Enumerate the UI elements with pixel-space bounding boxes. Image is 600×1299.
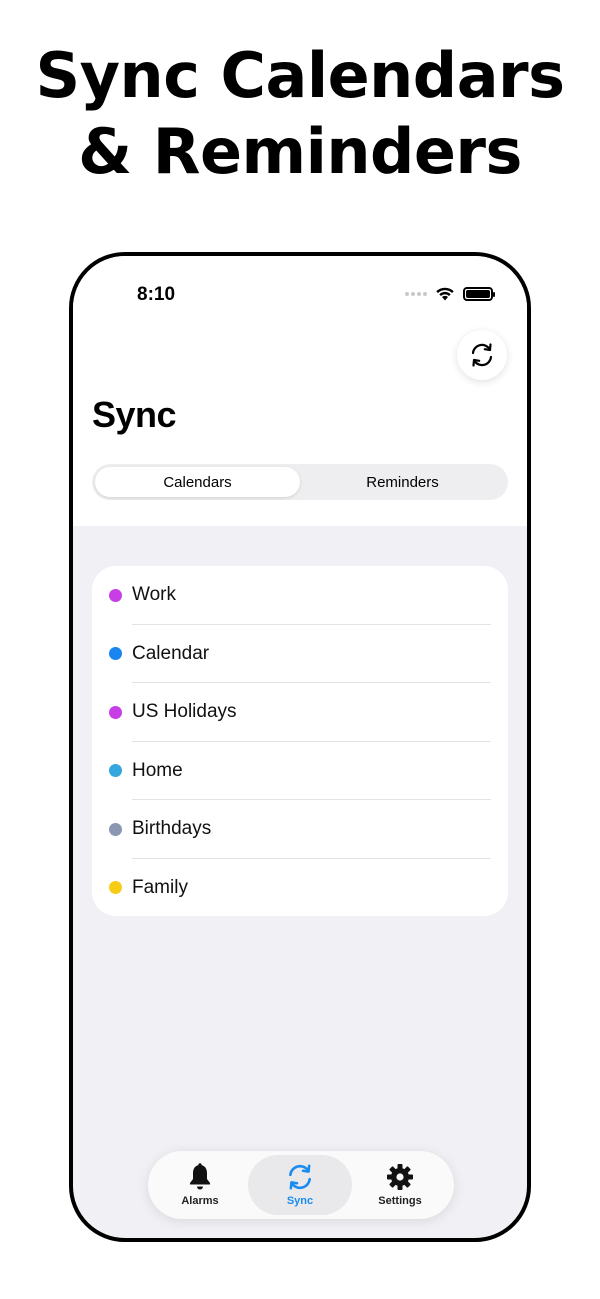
list-item[interactable]: Home bbox=[92, 742, 508, 800]
bell-icon bbox=[190, 1163, 210, 1190]
promo-headline: Sync Calendars & Reminders bbox=[0, 38, 600, 190]
battery-icon bbox=[463, 286, 495, 301]
calendar-color-dot bbox=[109, 647, 122, 661]
calendar-list: Work Calendar US Holidays Home Birthdays… bbox=[92, 566, 508, 916]
calendar-name: Family bbox=[132, 876, 188, 898]
calendar-color-dot bbox=[109, 764, 122, 778]
list-item[interactable]: US Holidays bbox=[92, 683, 508, 742]
tab-settings[interactable]: Settings bbox=[352, 1155, 448, 1215]
segment-reminders[interactable]: Reminders bbox=[300, 467, 505, 497]
tab-sync[interactable]: Sync bbox=[248, 1155, 352, 1215]
status-icons bbox=[405, 286, 495, 301]
sync-icon bbox=[289, 1164, 311, 1190]
tab-label: Alarms bbox=[181, 1195, 219, 1207]
segmented-control: Calendars Reminders bbox=[92, 464, 508, 500]
phone-frame: 8:10 Sync Calendars Reminders Work Calen… bbox=[69, 252, 531, 1242]
calendar-name: US Holidays bbox=[132, 701, 237, 723]
gear-icon bbox=[387, 1164, 413, 1190]
calendar-color-dot bbox=[109, 881, 122, 895]
tab-alarms[interactable]: Alarms bbox=[152, 1155, 248, 1215]
list-item[interactable]: Calendar bbox=[92, 625, 508, 683]
list-item[interactable]: Family bbox=[92, 859, 508, 917]
calendar-color-dot bbox=[109, 822, 122, 836]
headline-line-1: Sync Calendars bbox=[35, 39, 565, 112]
calendar-name: Calendar bbox=[132, 642, 210, 664]
tab-label: Settings bbox=[378, 1195, 422, 1207]
page-title: Sync bbox=[92, 394, 177, 435]
calendar-name: Home bbox=[132, 759, 183, 781]
calendar-color-dot bbox=[109, 705, 122, 719]
headline-line-2: & Reminders bbox=[78, 115, 522, 188]
segment-calendars[interactable]: Calendars bbox=[95, 467, 300, 497]
list-item[interactable]: Birthdays bbox=[92, 800, 508, 859]
cellular-signal-icon bbox=[405, 291, 427, 296]
sync-icon bbox=[471, 343, 493, 367]
calendar-name: Work bbox=[132, 584, 176, 606]
status-time: 8:10 bbox=[137, 284, 176, 305]
list-item[interactable]: Work bbox=[92, 566, 508, 625]
tab-label: Sync bbox=[286, 1195, 314, 1207]
tab-bar: Alarms Sync Settings bbox=[148, 1151, 454, 1219]
sync-now-button[interactable] bbox=[457, 330, 507, 380]
calendar-name: Birthdays bbox=[132, 818, 212, 840]
wifi-icon bbox=[436, 287, 454, 301]
calendar-color-dot bbox=[109, 588, 122, 602]
